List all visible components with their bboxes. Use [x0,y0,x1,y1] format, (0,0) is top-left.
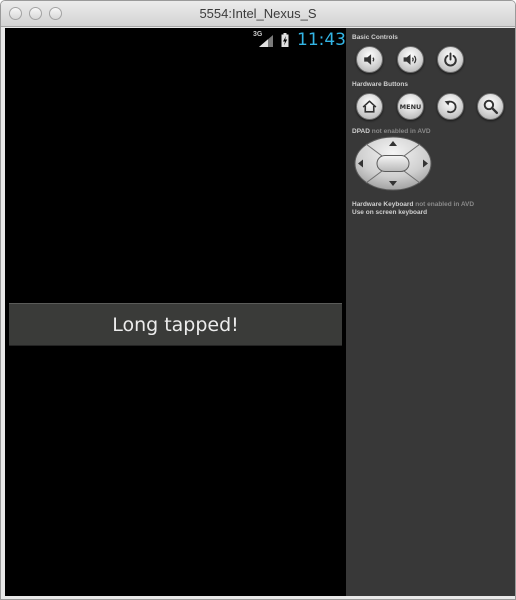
dpad-label: DPAD not enabled in AVD [352,128,431,135]
status-bar: 3G 11:43 [5,28,346,52]
volume-down-icon [364,54,375,65]
controls-panel: Basic Controls Hardware Buttons MENU DPA… [346,28,515,596]
volume-up-button[interactable] [397,46,424,73]
emulator-window: 5554:Intel_Nexus_S 3G 11:43 Long tapped!… [0,0,516,600]
search-icon [483,99,499,115]
home-icon [362,100,377,113]
toast-text: Long tapped! [112,313,239,336]
power-icon [444,52,457,67]
back-icon [444,100,457,114]
keyboard-disabled-note: not enabled in AVD [413,201,475,208]
menu-button[interactable]: MENU [397,93,424,120]
home-button[interactable] [356,93,383,120]
battery-charging-icon [281,33,289,47]
title-bar[interactable]: 5554:Intel_Nexus_S [1,1,515,27]
keyboard-hint: Use on screen keyboard [352,209,428,216]
signal-strength-icon [259,35,273,47]
basic-controls-label: Basic Controls [352,34,398,41]
menu-button-label: MENU [399,102,422,111]
volume-up-icon [403,54,417,65]
volume-down-button[interactable] [356,46,383,73]
device-screen[interactable]: 3G 11:43 Long tapped! [5,28,346,596]
hardware-keyboard-label: Hardware Keyboard not enabled in AVD [352,201,475,208]
power-button[interactable] [437,46,464,73]
dpad-center-button [376,155,410,172]
status-clock: 11:43 [297,30,346,50]
toast-message: Long tapped! [9,303,342,346]
dpad-disabled-note: not enabled in AVD [369,128,431,135]
hardware-buttons-label: Hardware Buttons [352,81,408,88]
window-title: 5554:Intel_Nexus_S [199,6,317,21]
search-button[interactable] [477,93,504,120]
back-button[interactable] [437,93,464,120]
dpad-control[interactable] [354,136,432,191]
